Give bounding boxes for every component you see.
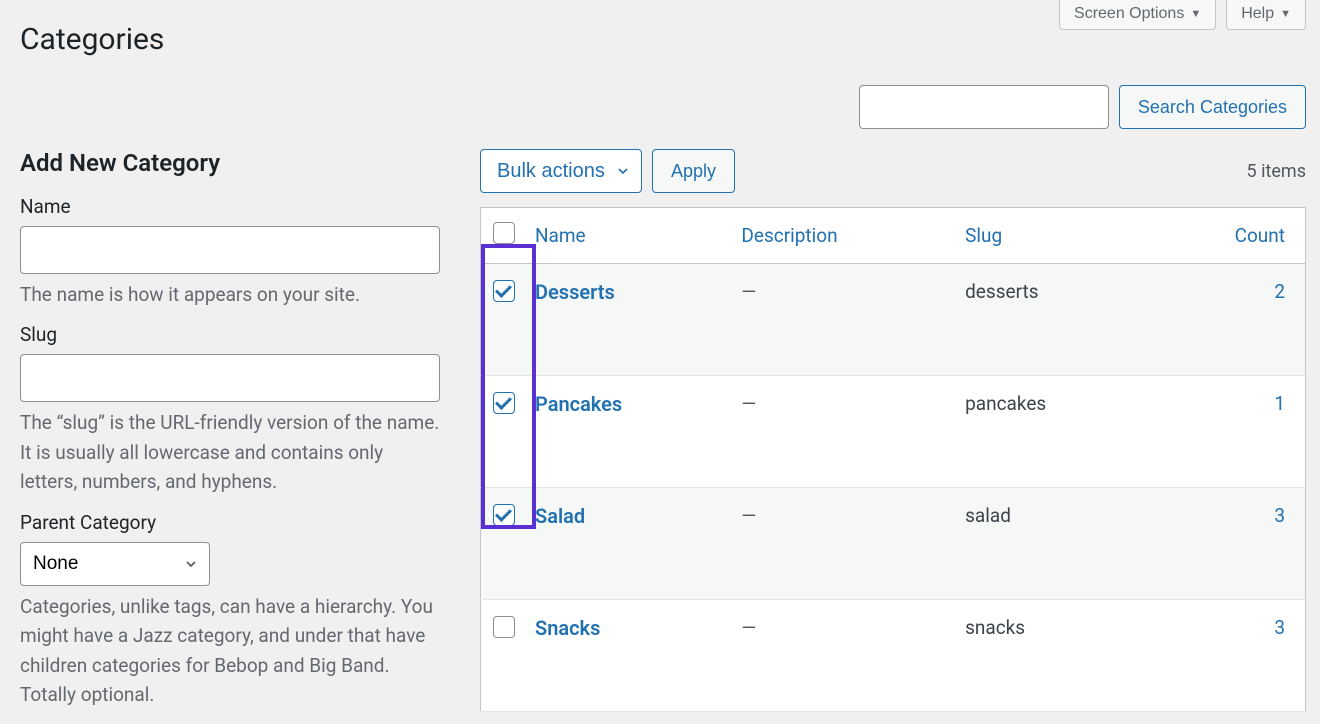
items-count: 5 items <box>1247 161 1306 182</box>
help-label: Help <box>1241 5 1274 23</box>
name-label: Name <box>20 195 460 218</box>
chevron-down-icon: ▼ <box>1280 8 1291 20</box>
category-slug: snacks <box>955 600 1150 712</box>
category-name-link[interactable]: Pancakes <box>535 392 622 416</box>
apply-button[interactable]: Apply <box>652 149 735 193</box>
parent-hint: Categories, unlike tags, can have a hier… <box>20 592 440 710</box>
category-count-link[interactable]: 1 <box>1274 392 1285 415</box>
bulk-actions-select[interactable]: Bulk actions <box>480 149 642 193</box>
select-all-checkbox[interactable] <box>493 222 515 244</box>
category-count-link[interactable]: 3 <box>1274 504 1285 527</box>
name-hint: The name is how it appears on your site. <box>20 280 440 309</box>
slug-input[interactable] <box>20 354 440 402</box>
column-slug[interactable]: Slug <box>955 208 1150 264</box>
category-slug: desserts <box>955 264 1150 376</box>
row-checkbox[interactable] <box>493 392 515 414</box>
category-description: — <box>731 264 955 376</box>
category-name-link[interactable]: Snacks <box>535 616 600 640</box>
category-description: — <box>731 376 955 488</box>
category-count-link[interactable]: 2 <box>1274 280 1285 303</box>
row-checkbox[interactable] <box>493 280 515 302</box>
category-name-link[interactable]: Desserts <box>535 280 615 304</box>
name-input[interactable] <box>20 226 440 274</box>
column-description[interactable]: Description <box>731 208 955 264</box>
table-row: Snacks —snacks 3 <box>481 600 1306 712</box>
row-checkbox[interactable] <box>493 616 515 638</box>
screen-options-label: Screen Options <box>1074 5 1184 23</box>
chevron-down-icon: ▼ <box>1190 8 1201 20</box>
category-description: — <box>731 600 955 712</box>
search-input[interactable] <box>859 85 1109 129</box>
table-row: Pancakes —pancakes 1 <box>481 376 1306 488</box>
parent-label: Parent Category <box>20 511 460 534</box>
add-new-category-heading: Add New Category <box>20 149 460 177</box>
slug-hint: The “slug” is the URL-friendly version o… <box>20 408 440 496</box>
table-row: Desserts —desserts 2 <box>481 264 1306 376</box>
category-count-link[interactable]: 3 <box>1274 616 1285 639</box>
table-row: Salad —salad 3 <box>481 488 1306 600</box>
categories-table: Name Description Slug Count Desserts—des… <box>480 207 1306 712</box>
help-button[interactable]: Help ▼ <box>1226 0 1306 30</box>
search-categories-button[interactable]: Search Categories <box>1119 85 1306 129</box>
screen-options-button[interactable]: Screen Options ▼ <box>1059 0 1216 30</box>
category-slug: pancakes <box>955 376 1150 488</box>
row-checkbox[interactable] <box>493 504 515 526</box>
column-name[interactable]: Name <box>525 208 731 264</box>
category-description: — <box>731 488 955 600</box>
column-count[interactable]: Count <box>1150 208 1306 264</box>
category-slug: salad <box>955 488 1150 600</box>
parent-select[interactable]: None <box>20 542 210 586</box>
category-name-link[interactable]: Salad <box>535 504 585 528</box>
slug-label: Slug <box>20 323 460 346</box>
